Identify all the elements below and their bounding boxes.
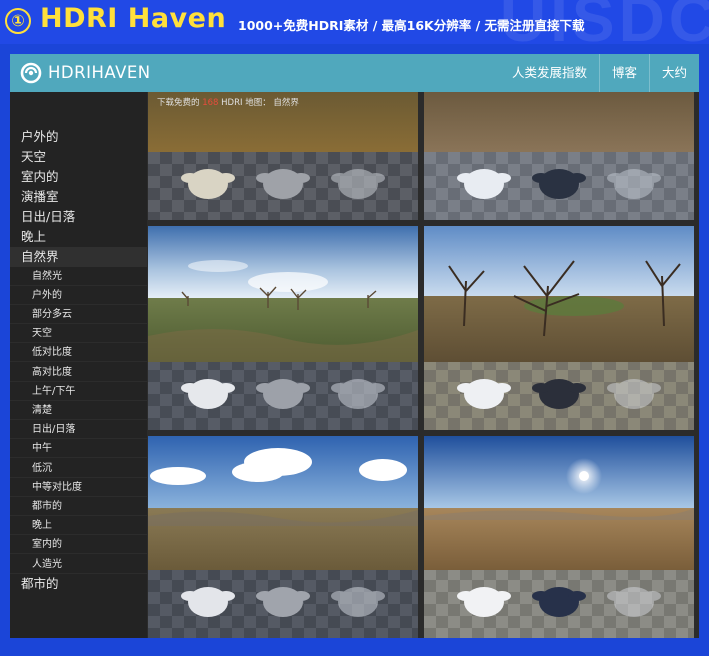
nav-link-about[interactable]: 大约 bbox=[648, 54, 699, 92]
sidebar-subitem-natural-light[interactable]: 自然光 bbox=[10, 267, 147, 287]
hdri-thumbnail[interactable] bbox=[148, 226, 418, 430]
sidebar-subitem-partly-cloudy[interactable]: 部分多云 bbox=[10, 305, 147, 325]
sidebar-subitem-urban[interactable]: 都市的 bbox=[10, 497, 147, 517]
sidebar-subitem-overcast[interactable]: 低沉 bbox=[10, 459, 147, 479]
website-frame: HDRIHAVEN 人类发展指数 博客 大约 户外的 天空 室内的 演播室 日出… bbox=[10, 54, 699, 638]
hdri-thumbnail[interactable] bbox=[148, 436, 418, 638]
breadcrumb-suffix: HDRI 地图： 自然界 bbox=[221, 98, 299, 108]
sidebar-item-skies[interactable]: 天空 bbox=[10, 147, 147, 167]
navbar: HDRIHAVEN 人类发展指数 博客 大约 bbox=[10, 54, 699, 92]
breadcrumb-prefix: 下载免费的 bbox=[157, 98, 200, 108]
brand-name[interactable]: HDRIHAVEN bbox=[48, 63, 151, 82]
sidebar-item-nature[interactable]: 自然界 bbox=[10, 247, 147, 267]
sidebar-subitem-medium-contrast[interactable]: 中等对比度 bbox=[10, 478, 147, 498]
sidebar-subitem-artificial-light[interactable]: 人造光 bbox=[10, 555, 147, 575]
breadcrumb-count: 168 bbox=[202, 98, 219, 108]
sidebar-subitem-morning-afternoon[interactable]: 上午/下午 bbox=[10, 382, 147, 402]
sidebar-subitem-indoor[interactable]: 室内的 bbox=[10, 535, 147, 555]
promo-banner: UISDC ① HDRI Haven 1000+免费HDRI素材 / 最高16K… bbox=[0, 0, 709, 44]
category-sidebar: 户外的 天空 室内的 演播室 日出/日落 晚上 自然界 自然光 户外的 部分多云… bbox=[10, 92, 147, 638]
sidebar-subitem-sunrise-sunset[interactable]: 日出/日落 bbox=[10, 420, 147, 440]
sidebar-item-outdoor[interactable]: 户外的 bbox=[10, 127, 147, 147]
nav-link-hdris[interactable]: 人类发展指数 bbox=[500, 54, 599, 92]
hdri-thumbnail[interactable] bbox=[424, 436, 694, 638]
breadcrumb: 下载免费的 168 HDRI 地图： 自然界 bbox=[157, 96, 299, 108]
sidebar-subitem-low-contrast[interactable]: 低对比度 bbox=[10, 343, 147, 363]
sidebar-subitem-clear[interactable]: 清楚 bbox=[10, 401, 147, 421]
banner-title: HDRI Haven bbox=[40, 3, 227, 34]
hdri-thumbnail[interactable] bbox=[424, 92, 694, 220]
sidebar-item-studio[interactable]: 演播室 bbox=[10, 187, 147, 207]
sidebar-subitem-high-contrast[interactable]: 高对比度 bbox=[10, 363, 147, 383]
sidebar-item-indoor[interactable]: 室内的 bbox=[10, 167, 147, 187]
sidebar-subitem-night[interactable]: 晚上 bbox=[10, 516, 147, 536]
sidebar-item-sunrise-sunset[interactable]: 日出/日落 bbox=[10, 207, 147, 227]
banner-subtitle: 1000+免费HDRI素材 / 最高16K分辨率 / 无需注册直接下载 bbox=[238, 18, 585, 33]
hdrihaven-logo-icon[interactable] bbox=[20, 62, 42, 84]
nav-link-blog[interactable]: 博客 bbox=[598, 54, 649, 92]
hdri-thumbnail[interactable] bbox=[424, 226, 694, 430]
sidebar-subitem-skies[interactable]: 天空 bbox=[10, 324, 147, 344]
nav-links: 人类发展指数 博客 大约 bbox=[500, 54, 699, 92]
sidebar-subitem-outdoor[interactable]: 户外的 bbox=[10, 286, 147, 306]
sidebar-item-urban[interactable]: 都市的 bbox=[10, 574, 147, 594]
sidebar-item-night[interactable]: 晚上 bbox=[10, 227, 147, 247]
hdri-grid: 下载免费的 168 HDRI 地图： 自然界 bbox=[147, 92, 699, 638]
banner-number-badge: ① bbox=[5, 8, 31, 34]
sidebar-subitem-midday[interactable]: 中午 bbox=[10, 439, 147, 459]
hdri-thumbnail[interactable] bbox=[148, 92, 418, 220]
